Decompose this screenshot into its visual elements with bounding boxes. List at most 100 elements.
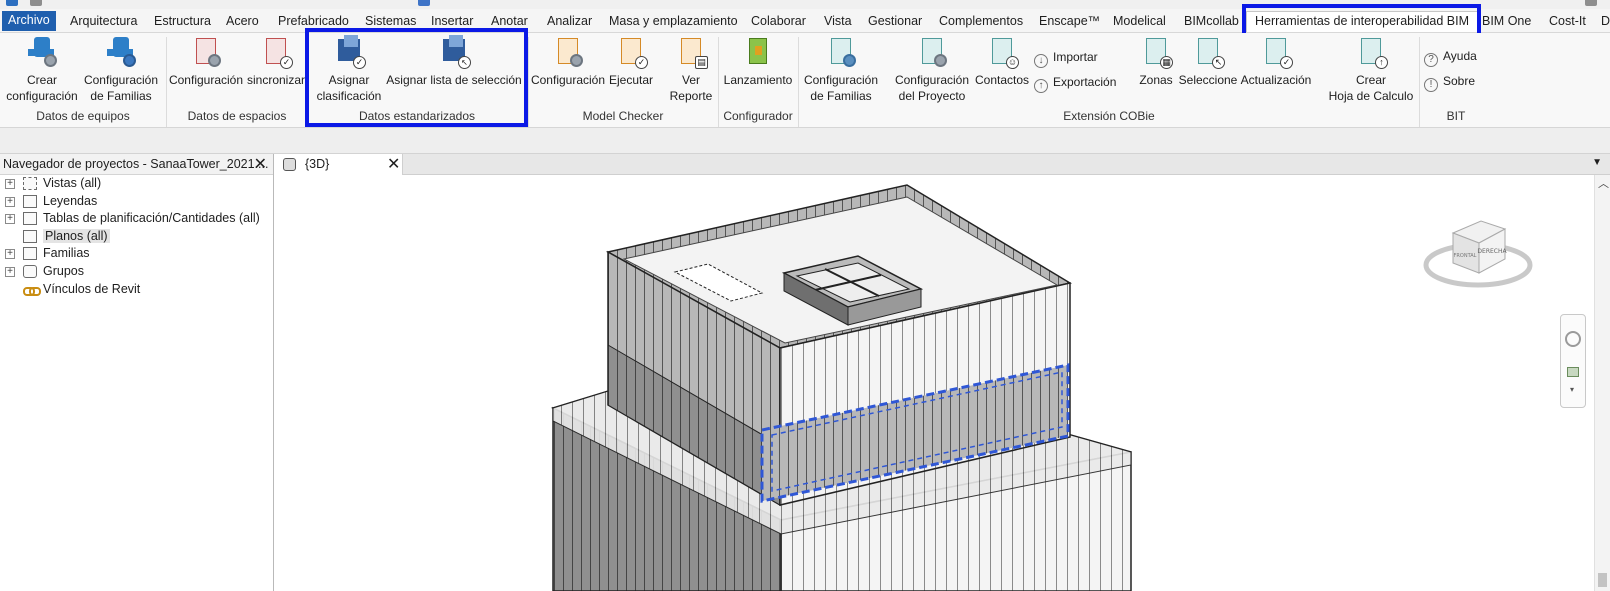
lanzamiento-button[interactable]: Lanzamiento [720,33,796,88]
group-datos-equipos: Datos de equipos [36,109,130,123]
user-icon[interactable] [1585,0,1597,6]
cobie-config-proyecto-button[interactable]: Configuración del Proyecto [891,33,973,104]
expand-icon[interactable]: + [5,214,15,225]
open-icon[interactable] [30,0,42,6]
tab-acero[interactable]: Acero [224,12,261,31]
checker-run-icon: ✓ [614,35,648,69]
measure-icon[interactable] [418,0,430,6]
tab-cost-it[interactable]: Cost-It [1547,12,1588,31]
expand-icon[interactable]: + [5,249,15,260]
cobie-exportacion-button[interactable]: ↑ Exportación [1034,73,1116,93]
cobie-family-icon [824,35,858,69]
expand-icon[interactable]: + [5,196,15,207]
project-browser: Navegador de proyectos - SanaaTower_2021… [0,154,274,591]
datos-estandarizados-highlight-box [305,28,528,127]
tab-analizar[interactable]: Analizar [545,12,594,31]
space-config-icon [189,35,223,69]
group-separator [1419,37,1420,127]
config-familias-equipos-button[interactable]: Configuración de Familias [80,33,162,104]
project-tree: + Vistas (all) + Leyendas + Tablas de plani… [0,175,273,298]
cobie-config-familias-button[interactable]: Configuración de Familias [800,33,882,104]
navigation-bar[interactable]: ▾ [1560,314,1586,408]
valve-config-icon [25,35,59,69]
crear-hoja-calculo-button[interactable]: ↑ Crear Hoja de Calculo [1326,33,1416,104]
ver-reporte-button[interactable]: ▤ Ver Reporte [662,33,720,104]
expand-icon[interactable]: + [5,179,15,189]
scroll-up-icon[interactable]: ︿ [1598,175,1609,191]
view-tab-bar: {3D} ✕ ▼ [275,154,1610,175]
legend-icon [23,194,37,208]
model-checker-configuracion-button[interactable]: Configuración [530,33,606,88]
group-bit: BIT [1446,109,1466,123]
tree-item-tablas[interactable]: + Tablas de planificación/Cantidades (all… [0,210,273,228]
tab-masa-emplazamiento[interactable]: Masa y emplazamiento [607,12,740,31]
valve-family-icon [104,35,138,69]
tab-estructura[interactable]: Estructura [152,12,213,31]
link-icon [23,283,41,296]
cobie-project-icon [915,35,949,69]
tree-item-vinculos[interactable]: Vínculos de Revit [0,281,273,299]
sincronizar-button[interactable]: ✓ sincronizar [245,33,307,88]
building-model[interactable] [275,175,1610,591]
viewcube-icon[interactable]: DERECHA FRONTAL [1423,213,1533,293]
group-configurador: Configurador [723,109,793,123]
tree-item-vistas[interactable]: + Vistas (all) [0,175,273,193]
viewcube[interactable]: DERECHA FRONTAL [1423,213,1533,293]
viewcube-front-label: FRONTAL [1454,253,1477,259]
zoom-icon[interactable] [1567,367,1579,377]
cobie-actualizacion-button[interactable]: ✓ Actualización [1239,33,1313,88]
ejecutar-button[interactable]: ✓ Ejecutar [606,33,656,88]
group-extension-cobie: Extensión COBie [1063,109,1155,123]
ribbon-panel: Crear configuración Configuración de Fam… [0,28,1610,128]
tab-vista[interactable]: Vista [822,12,854,31]
tree-item-leyendas[interactable]: + Leyendas [0,193,273,211]
cobie-zonas-button[interactable]: ▦ Zonas [1136,33,1176,88]
tab-bimcollab[interactable]: BIMcollab [1182,12,1241,31]
cobie-seleccione-button[interactable]: ↖ Seleccione [1177,33,1239,88]
schedule-icon [23,212,37,226]
steering-wheel-icon[interactable] [1565,331,1581,347]
space-sync-icon: ✓ [259,35,293,69]
info-icon: ! [1424,78,1438,92]
cobie-importar-button[interactable]: ↓ Importar [1034,48,1098,68]
spreadsheet-icon: ↑ [1354,35,1388,69]
sobre-button[interactable]: ! Sobre [1424,72,1475,92]
vertical-scrollbar[interactable]: ︿ [1594,175,1610,591]
tree-item-grupos[interactable]: + Grupos [0,263,273,281]
revit-logo-icon[interactable] [6,0,18,6]
ayuda-button[interactable]: ? Ayuda [1424,47,1477,67]
report-icon: ▤ [674,35,708,69]
tab-archivo[interactable]: Archivo [2,11,56,31]
project-browser-title: Navegador de proyectos - SanaaTower_2021… [3,157,269,171]
viewcube-right-label: DERECHA [1477,248,1507,255]
tab-arquitectura[interactable]: Arquitectura [68,12,139,31]
tree-item-familias[interactable]: + Familias [0,245,273,263]
configuracion-espacios-button[interactable]: Configuración [167,33,245,88]
views-icon [23,177,37,190]
close-icon[interactable]: ✕ [387,154,400,175]
help-icon: ? [1424,53,1438,67]
tab-modelical[interactable]: Modelical [1111,12,1168,31]
group-model-checker: Model Checker [582,109,664,123]
3d-view-icon [283,158,296,171]
tab-bim-one[interactable]: BIM One [1480,12,1533,31]
view-tab-3d[interactable]: {3D} ✕ [275,154,403,175]
tab-list-dropdown-icon[interactable]: ▼ [1592,157,1602,168]
3d-view-canvas[interactable]: DERECHA FRONTAL ▾ ︿ [275,175,1610,591]
tab-d[interactable]: D [1599,12,1610,31]
tab-gestionar[interactable]: Gestionar [866,12,924,31]
close-icon[interactable]: ✕ [254,154,267,175]
tab-complementos[interactable]: Complementos [937,12,1025,31]
tab-colaborar[interactable]: Colaborar [749,12,808,31]
scroll-thumb[interactable] [1598,573,1607,587]
families-icon [23,247,37,261]
contacts-icon: ☺ [985,35,1019,69]
expand-icon[interactable]: + [5,266,15,277]
view-tab-label: {3D} [305,157,330,171]
crear-configuracion-button[interactable]: Crear configuración [2,33,82,104]
nav-dropdown-icon[interactable]: ▾ [1570,385,1574,394]
cobie-contactos-button[interactable]: ☺ Contactos [972,33,1032,88]
update-icon: ✓ [1259,35,1293,69]
tab-enscape[interactable]: Enscape™ [1037,12,1102,31]
tree-item-planos[interactable]: Planos (all) [0,228,273,246]
